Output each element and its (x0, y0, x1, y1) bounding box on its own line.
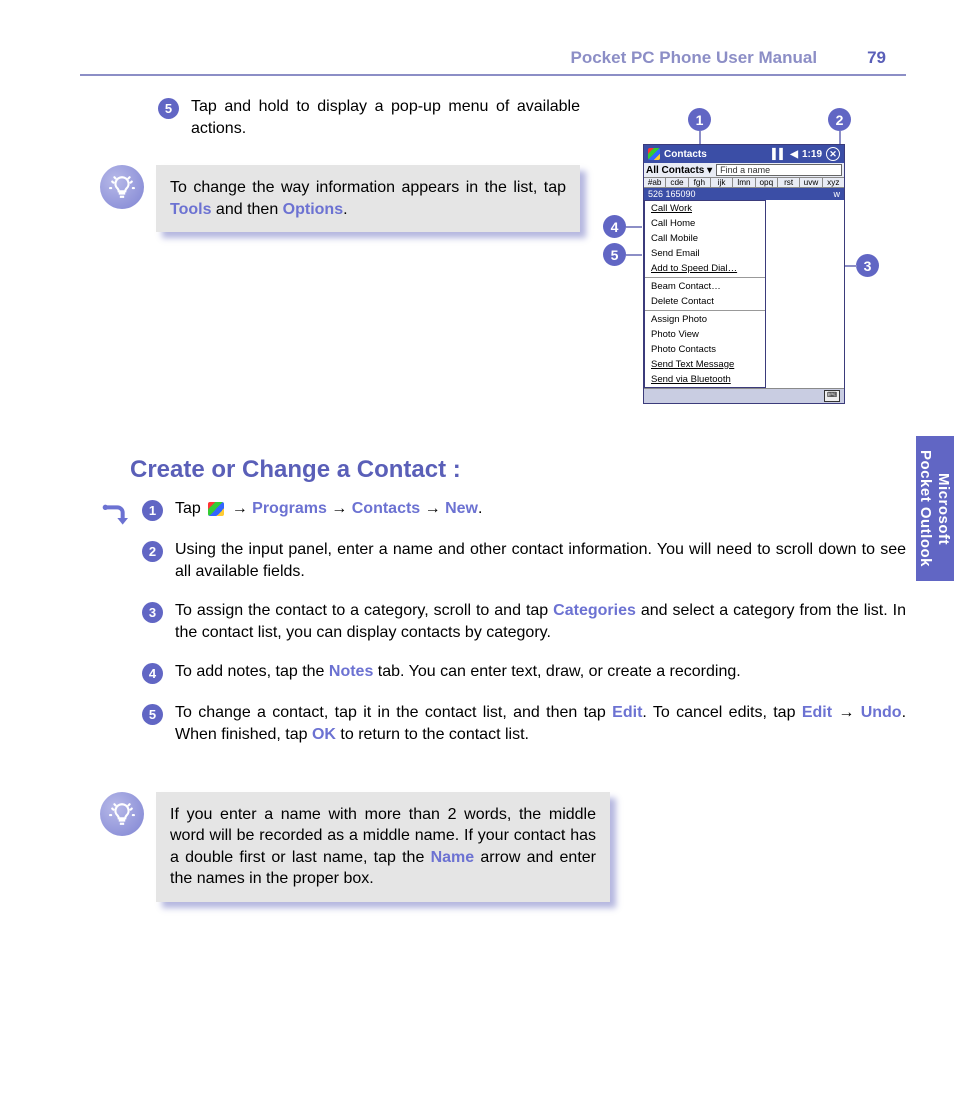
kw-tools: Tools (170, 201, 211, 218)
callout-5: 5 (603, 243, 626, 266)
tip-1-text: To change the way information appears in… (156, 165, 580, 232)
tip-2-text: If you enter a name with more than 2 wor… (156, 792, 610, 902)
kw-options: Options (283, 201, 343, 218)
menu-assign-photo: Assign Photo (645, 312, 765, 327)
create-step-4: 4 To add notes, tap the Notes tab. You c… (142, 661, 906, 684)
pocketpc-screenshot: Contacts ▌▌ ◀ 1:19 ✕ All Contacts ▾ Find… (643, 144, 845, 404)
find-name-field: Find a name (716, 164, 842, 176)
step-badge-5: 5 (158, 98, 179, 119)
callout-1: 1 (688, 108, 711, 131)
step-5-top: 5 Tap and hold to display a pop-up menu … (158, 96, 580, 139)
tip-box-2: If you enter a name with more than 2 wor… (100, 792, 610, 902)
lightbulb-icon (100, 165, 144, 209)
header-title: Pocket PC Phone User Manual (571, 48, 818, 68)
create-step-2: 2 Using the input panel, enter a name an… (142, 539, 906, 582)
windows-start-icon (208, 502, 224, 516)
callout-2: 2 (828, 108, 851, 131)
contacts-dropdown: All Contacts ▾ (646, 165, 712, 176)
ppc-titlebar: Contacts ▌▌ ◀ 1:19 ✕ (644, 145, 844, 163)
step-badge-3: 3 (142, 602, 163, 623)
callout-3: 3 (856, 254, 879, 277)
create-step-5: 5 To change a contact, tap it in the con… (142, 702, 906, 745)
menu-photo-view: Photo View (645, 327, 765, 342)
header-page-number: 79 (867, 48, 886, 68)
step-1-text: Tap → Programs → Contacts → New. (175, 498, 906, 520)
step-2-text: Using the input panel, enter a name and … (175, 539, 906, 582)
ppc-bottombar: ⌨ (644, 388, 844, 403)
section-heading: Create or Change a Contact : (130, 456, 906, 484)
screenshot-column: 1 2 3 4 5 Contacts ▌▌ ◀ 1:19 (598, 96, 906, 386)
step-badge-5b: 5 (142, 704, 163, 725)
menu-send-email: Send Email (645, 246, 765, 261)
keyboard-icon: ⌨ (824, 390, 840, 402)
callout-4: 4 (603, 215, 626, 238)
context-menu: Call Work Call Home Call Mobile Send Ema… (644, 200, 766, 388)
step-badge-2: 2 (142, 541, 163, 562)
menu-call-work: Call Work (645, 201, 765, 216)
menu-send-bluetooth: Send via Bluetooth (645, 372, 765, 387)
ppc-title: Contacts (664, 149, 707, 160)
procedure-arrow-icon (100, 502, 132, 534)
menu-delete-contact: Delete Contact (645, 294, 765, 309)
chapter-side-tab: Microsoft Pocket Outlook (916, 436, 954, 581)
selected-contact-row: 526 165090 w (644, 188, 844, 200)
create-step-1: 1 Tap → Programs → Contacts → New. (142, 498, 906, 521)
step-3-text: To assign the contact to a category, scr… (175, 600, 906, 643)
volume-icon: ◀ (790, 149, 798, 160)
ppc-toolbar: All Contacts ▾ Find a name (644, 163, 844, 178)
menu-add-speed-dial: Add to Speed Dial… (645, 261, 765, 276)
kw-notes: Notes (329, 663, 373, 680)
header-divider (80, 74, 906, 76)
tip-box-1: To change the way information appears in… (100, 165, 580, 232)
menu-send-text: Send Text Message (645, 357, 765, 372)
step-badge-4: 4 (142, 663, 163, 684)
alphabet-tabs: #ab cde fgh ijk lmn opq rst uvw xyz (644, 178, 844, 188)
menu-beam-contact: Beam Contact… (645, 279, 765, 294)
kw-categories: Categories (553, 602, 636, 619)
page-header: Pocket PC Phone User Manual 79 (80, 48, 906, 68)
close-icon: ✕ (826, 147, 840, 161)
signal-icon: ▌▌ (772, 149, 786, 160)
step-badge-1: 1 (142, 500, 163, 521)
menu-call-mobile: Call Mobile (645, 231, 765, 246)
step-4-text: To add notes, tap the Notes tab. You can… (175, 661, 906, 683)
lightbulb-icon (100, 792, 144, 836)
step-5b-text: To change a contact, tap it in the conta… (175, 702, 906, 745)
start-flag-icon (648, 148, 660, 160)
menu-photo-contacts: Photo Contacts (645, 342, 765, 357)
menu-call-home: Call Home (645, 216, 765, 231)
ppc-time: 1:19 (802, 149, 822, 160)
create-step-3: 3 To assign the contact to a category, s… (142, 600, 906, 643)
step-5-text: Tap and hold to display a pop-up menu of… (191, 96, 580, 139)
kw-name: Name (431, 849, 475, 866)
